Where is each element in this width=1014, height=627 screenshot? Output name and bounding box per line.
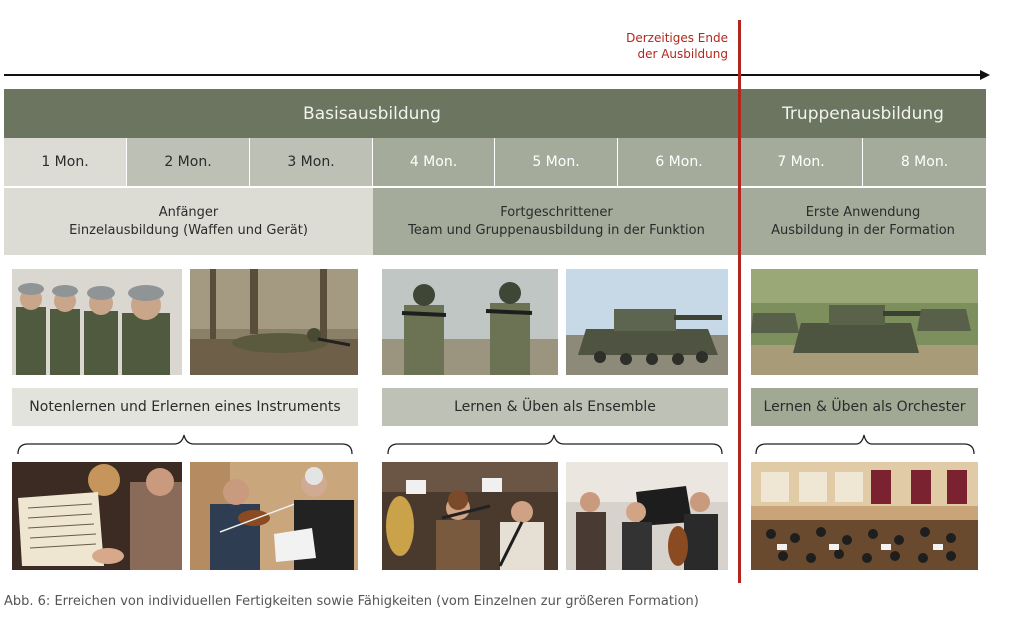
level-desc: Team und Gruppenausbildung in der Funkti… <box>408 222 705 238</box>
month-2: 2 Mon. <box>127 138 250 186</box>
soldiers-in-line-photo <box>12 269 182 375</box>
tanks-formation-photo <box>751 269 978 375</box>
music-label-text: Notenlernen und Erlernen eines Instrumen… <box>29 399 341 415</box>
month-label: 4 Mon. <box>409 154 458 170</box>
soldiers-aiming-photo <box>382 269 558 375</box>
level-advanced: Fortgeschrittener Team und Gruppenausbil… <box>373 187 740 255</box>
music-label-orchestra: Lernen & Üben als Orchester <box>751 388 978 426</box>
month-label: 2 Mon. <box>164 154 212 170</box>
level-desc: Ausbildung in der Formation <box>771 222 955 238</box>
month-label: 5 Mon. <box>532 154 580 170</box>
music-label-instrument: Notenlernen und Erlernen eines Instrumen… <box>12 388 358 426</box>
end-note: Derzeitiges Ende der Ausbildung <box>560 30 728 62</box>
sheet-music-reading-photo <box>12 462 182 570</box>
month-7: 7 Mon. <box>740 138 863 186</box>
timeline-arrow <box>4 70 990 80</box>
month-label: 7 Mon. <box>777 154 825 170</box>
music-label-text: Lernen & Üben als Ensemble <box>454 399 656 415</box>
end-note-line2: der Ausbildung <box>637 47 728 61</box>
phase-truppe: Truppenausbildung <box>740 89 986 138</box>
soldier-prone-forest-photo <box>190 269 358 375</box>
music-label-text: Lernen & Üben als Orchester <box>763 399 966 415</box>
month-label: 6 Mon. <box>655 154 703 170</box>
month-4: 4 Mon. <box>373 138 495 186</box>
music-label-ensemble: Lernen & Üben als Ensemble <box>382 388 728 426</box>
figure-caption: Abb. 6: Erreichen von individuellen Fert… <box>4 594 699 609</box>
level-beginner: Anfänger Einzelausbildung (Waffen und Ge… <box>4 187 373 255</box>
level-desc: Einzelausbildung (Waffen und Gerät) <box>69 222 308 238</box>
orchestra-hall-photo <box>751 462 978 570</box>
brace-2 <box>387 434 723 455</box>
brace-3 <box>755 434 975 455</box>
tank-photo <box>566 269 728 375</box>
month-6: 6 Mon. <box>618 138 740 186</box>
month-1: 1 Mon. <box>4 138 127 186</box>
level-title: Erste Anwendung <box>805 204 921 220</box>
violin-lesson-photo <box>190 462 358 570</box>
current-end-line <box>738 20 741 583</box>
month-8: 8 Mon. <box>863 138 986 186</box>
month-label: 3 Mon. <box>287 154 335 170</box>
month-label: 8 Mon. <box>900 154 949 170</box>
end-note-line1: Derzeitiges Ende <box>626 31 728 45</box>
phase-truppe-label: Truppenausbildung <box>782 103 944 124</box>
brace-1 <box>17 434 353 455</box>
month-3: 3 Mon. <box>250 138 373 186</box>
level-title: Fortgeschrittener <box>500 204 613 220</box>
month-5: 5 Mon. <box>495 138 618 186</box>
phase-basis: Basisausbildung <box>4 89 740 138</box>
wind-ensemble-photo <box>382 462 558 570</box>
level-application: Erste Anwendung Ausbildung in der Format… <box>740 187 986 255</box>
string-ensemble-photo <box>566 462 728 570</box>
phase-basis-label: Basisausbildung <box>303 103 441 124</box>
month-label: 1 Mon. <box>41 154 89 170</box>
level-title: Anfänger <box>158 204 219 220</box>
